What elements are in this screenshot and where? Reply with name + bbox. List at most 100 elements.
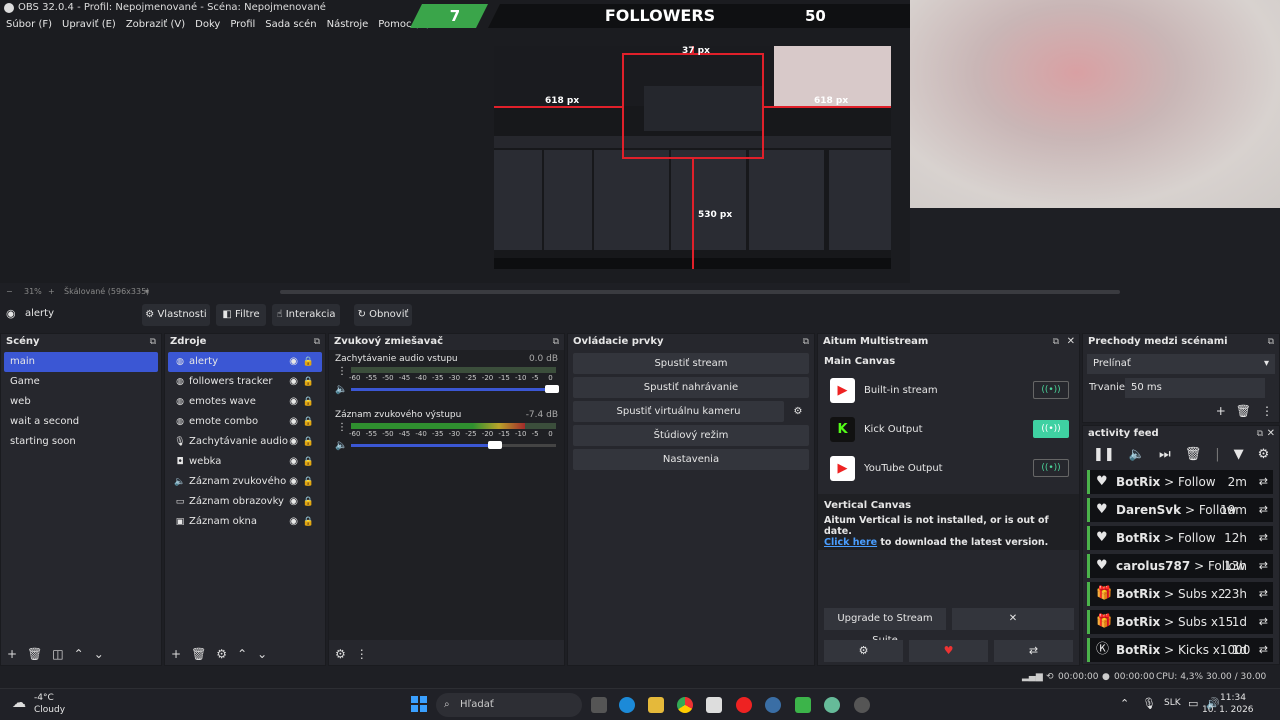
add-scene-button[interactable]: +: [7, 643, 17, 665]
source-item[interactable]: 🎙Zachytávanie audio vstupu◉🔒: [168, 432, 322, 452]
filter-icon[interactable]: ▼: [1234, 447, 1244, 462]
replay-icon[interactable]: ⇄: [1259, 610, 1268, 634]
source-item[interactable]: 🔈Záznam zvukového výstupu◉🔒: [168, 472, 322, 492]
output-toggle[interactable]: ((•)): [1033, 420, 1069, 438]
heart-button[interactable]: ♥: [909, 640, 988, 662]
visibility-eye-icon[interactable]: ◉: [289, 512, 298, 532]
visibility-eye-icon[interactable]: ◉: [289, 472, 298, 492]
scene-item[interactable]: main: [4, 352, 158, 372]
speaker-icon[interactable]: 🔈: [335, 440, 347, 451]
lock-icon[interactable]: 🔒: [303, 492, 314, 512]
menu-item[interactable]: Sada scén: [265, 16, 316, 33]
replay-icon[interactable]: ⇄: [1259, 526, 1268, 550]
lock-icon[interactable]: 🔒: [303, 452, 314, 472]
control-button[interactable]: Spustiť stream: [573, 353, 809, 374]
close-icon[interactable]: ✕: [1267, 426, 1275, 442]
windows-start-icon[interactable]: [411, 696, 427, 712]
pause-icon[interactable]: ❚❚: [1093, 447, 1115, 462]
obs-taskbar-icon[interactable]: [854, 697, 870, 713]
lock-icon[interactable]: 🔒: [303, 432, 314, 452]
output-toggle[interactable]: ((•)): [1033, 459, 1069, 477]
channel-menu-icon[interactable]: ⋮: [337, 366, 347, 377]
dismiss-upgrade-button[interactable]: ✕: [952, 608, 1074, 630]
lock-icon[interactable]: 🔒: [303, 412, 314, 432]
float-icon[interactable]: ⧉: [1257, 426, 1263, 442]
click-here-link[interactable]: Click here: [824, 537, 877, 548]
float-icon[interactable]: ⧉: [553, 334, 559, 350]
search-box[interactable]: ⌕ Hľadať: [436, 693, 582, 717]
remove-scene-button[interactable]: 🗑: [27, 643, 42, 665]
replay-icon[interactable]: ⇄: [1259, 638, 1268, 662]
scene-item[interactable]: web: [4, 392, 158, 412]
kick-app-icon[interactable]: [795, 697, 811, 713]
visibility-eye-icon[interactable]: ◉: [289, 452, 298, 472]
volume-slider-handle[interactable]: [545, 385, 559, 393]
preview-scrollbar[interactable]: [280, 290, 1120, 294]
visibility-eye-icon[interactable]: ◉: [289, 432, 298, 452]
chrome-icon[interactable]: [677, 697, 693, 713]
visibility-eye-icon[interactable]: ◉: [289, 392, 298, 412]
source-settings-button[interactable]: ⚙: [216, 643, 227, 665]
skip-icon[interactable]: ⏭: [1159, 447, 1171, 462]
control-button[interactable]: Spustiť nahrávanie: [573, 377, 809, 398]
filters-button[interactable]: ◧ Filtre: [216, 304, 266, 326]
float-icon[interactable]: ⧉: [314, 334, 320, 350]
speaker-icon[interactable]: 🔈: [335, 384, 347, 395]
scene-item[interactable]: wait a second: [4, 412, 158, 432]
properties-button[interactable]: ⚙ Vlastnosti: [142, 304, 210, 326]
tray-chevron-icon[interactable]: ⌃: [1120, 697, 1129, 710]
replay-icon[interactable]: ⇄: [1259, 470, 1268, 494]
volume-slider-handle[interactable]: [488, 441, 502, 449]
source-item[interactable]: ◍ followers tracker ◉ 🔒: [168, 372, 322, 392]
menu-item[interactable]: Doky: [195, 16, 220, 33]
source-item[interactable]: ◍ emote combo ◉ 🔒: [168, 412, 322, 432]
zoom-in-icon[interactable]: +: [48, 285, 55, 299]
mic-tray-icon[interactable]: 🎙: [1142, 697, 1156, 710]
float-icon[interactable]: ⧉: [1268, 334, 1274, 350]
task-view-icon[interactable]: [591, 697, 607, 713]
source-item[interactable]: ▣ Záznam okna ◉ 🔒: [168, 512, 322, 532]
lock-icon[interactable]: 🔒: [303, 352, 314, 372]
source-up-button[interactable]: ⌃: [237, 643, 247, 665]
trash-icon[interactable]: 🗑: [1185, 447, 1202, 462]
float-icon[interactable]: ⧉: [150, 334, 156, 350]
source-down-button[interactable]: ⌄: [257, 643, 267, 665]
remove-transition-button[interactable]: 🗑: [1236, 404, 1251, 418]
visibility-eye-icon[interactable]: ◉: [289, 372, 298, 392]
share-button[interactable]: ⇄: [994, 640, 1073, 662]
lock-icon[interactable]: 🔒: [303, 392, 314, 412]
scene-down-button[interactable]: ⌄: [94, 643, 104, 665]
channel-menu-icon[interactable]: ⋮: [337, 422, 347, 433]
control-button[interactable]: Nastavenia: [573, 449, 809, 470]
float-icon[interactable]: ⧉: [1053, 334, 1059, 350]
replay-icon[interactable]: ⇄: [1259, 498, 1268, 522]
language[interactable]: SLK: [1164, 698, 1181, 708]
remove-source-button[interactable]: 🗑: [191, 643, 206, 665]
lock-icon[interactable]: 🔒: [303, 472, 314, 492]
volume-icon[interactable]: 🔈: [1129, 447, 1145, 462]
upgrade-button[interactable]: Upgrade to Stream Suite: [824, 608, 946, 646]
mixer-menu-button[interactable]: ⋮: [356, 643, 368, 665]
lock-icon[interactable]: 🔒: [303, 372, 314, 392]
add-transition-button[interactable]: +: [1216, 404, 1226, 418]
gear-icon[interactable]: ⚙: [788, 401, 808, 422]
scale-dropdown-icon[interactable]: ▾: [145, 285, 149, 299]
duration-input[interactable]: 50 ms: [1125, 378, 1265, 398]
output-toggle[interactable]: ((•)): [1033, 381, 1069, 399]
source-item[interactable]: ◍ emotes wave ◉ 🔒: [168, 392, 322, 412]
steam-icon[interactable]: [765, 697, 781, 713]
visibility-eye-icon[interactable]: ◉: [289, 412, 298, 432]
folder-icon[interactable]: [648, 697, 664, 713]
close-icon[interactable]: ✕: [1067, 334, 1075, 350]
transition-select[interactable]: Prelínať ▾: [1087, 354, 1275, 374]
mixer-settings-button[interactable]: ⚙: [335, 643, 346, 665]
interact-button[interactable]: ☝ Interakcia: [272, 304, 340, 326]
menu-item[interactable]: Upraviť (E): [62, 16, 116, 33]
source-item[interactable]: ▭ Záznam obrazovky ◉ 🔒: [168, 492, 322, 512]
float-icon[interactable]: ⧉: [803, 334, 809, 350]
source-item[interactable]: ◘ webka ◉ 🔒: [168, 452, 322, 472]
visibility-eye-icon[interactable]: ◉: [289, 352, 298, 372]
chrome-profile-icon[interactable]: [824, 697, 840, 713]
lock-icon[interactable]: 🔒: [303, 512, 314, 532]
scene-item[interactable]: starting soon: [4, 432, 158, 452]
